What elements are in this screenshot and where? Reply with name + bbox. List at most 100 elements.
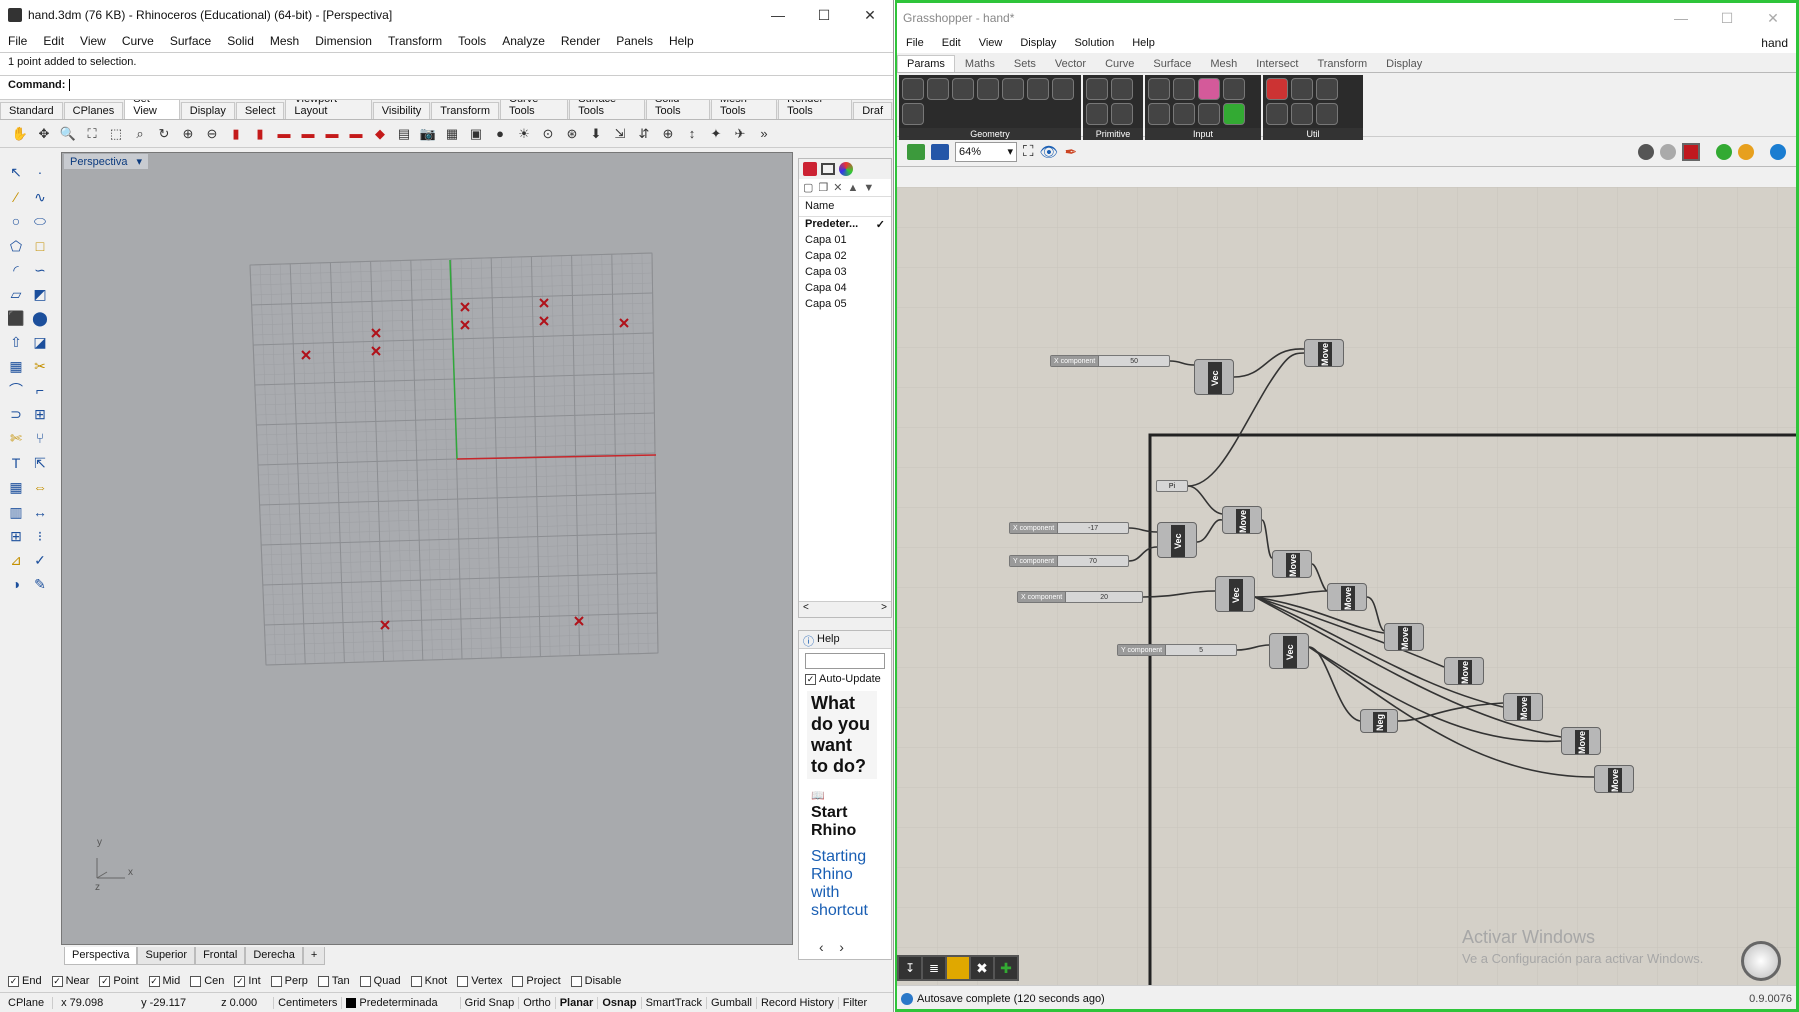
move-component[interactable]: Move	[1503, 693, 1543, 721]
gh-tab-vector[interactable]: Vector	[1046, 56, 1095, 72]
view-tab-derecha[interactable]: Derecha	[245, 947, 303, 965]
move-component[interactable]: Move	[1384, 623, 1424, 651]
gh-component-icon[interactable]	[1291, 78, 1313, 100]
gumball-icon[interactable]: ⊕	[657, 123, 679, 145]
new-layer-icon[interactable]: ▢	[803, 181, 813, 194]
osnap-disable[interactable]: Disable	[570, 975, 621, 987]
move-component[interactable]: Move	[1594, 765, 1634, 793]
menu-surface[interactable]: Surface	[162, 34, 219, 48]
viewport-red-2-icon[interactable]: ▮	[249, 123, 271, 145]
dimension-icon[interactable]: ↔	[28, 500, 52, 524]
plus-widget-icon[interactable]: ✚	[995, 957, 1017, 979]
split-icon[interactable]: ⑂	[28, 426, 52, 450]
car-top-icon[interactable]: ▬	[345, 123, 367, 145]
command-input[interactable]	[69, 79, 71, 91]
gh-menu-file[interactable]: File	[897, 37, 933, 49]
gh-minimize-button[interactable]: —	[1658, 3, 1704, 33]
chamfer-icon[interactable]: ⌐	[28, 378, 52, 402]
vec-component[interactable]: Vec	[1215, 576, 1255, 612]
join-icon[interactable]: ⊃	[4, 402, 28, 426]
zoom-select[interactable]: 64% ▾	[955, 141, 1017, 162]
array-icon[interactable]: ▦	[4, 476, 28, 500]
osnap-project[interactable]: Project	[512, 975, 561, 987]
toggle-filter[interactable]: Filter	[837, 996, 871, 1009]
preview-shaded-icon[interactable]	[1682, 142, 1700, 161]
render-icon[interactable]: ▣	[465, 123, 487, 145]
preview-selected-icon[interactable]	[1716, 143, 1732, 160]
boolean-icon[interactable]: ⬤	[28, 306, 52, 330]
ellipse-icon[interactable]: ⬭	[28, 210, 52, 234]
menu-dimension[interactable]: Dimension	[307, 34, 380, 48]
layer-row[interactable]: Capa 05	[799, 297, 891, 313]
view-tab-frontal[interactable]: Frontal	[195, 947, 246, 965]
layer-row[interactable]: Capa 03	[799, 265, 891, 281]
number-slider[interactable]: X component 50	[1050, 355, 1170, 367]
menu-mesh[interactable]: Mesh	[262, 34, 307, 48]
plane-icon[interactable]: ✈	[729, 123, 751, 145]
menu-tools[interactable]: Tools	[450, 34, 494, 48]
gh-tab-display[interactable]: Display	[1377, 56, 1431, 72]
gh-component-icon[interactable]	[1173, 78, 1195, 100]
named-cplane-icon[interactable]: ▦	[441, 123, 463, 145]
gh-group-label[interactable]: Geometry	[899, 128, 1081, 140]
rotate-icon[interactable]: ✥	[33, 123, 55, 145]
number-slider[interactable]: Y component 70	[1009, 555, 1129, 567]
pan-icon[interactable]: ✋	[9, 123, 31, 145]
arc-icon[interactable]: ◜	[4, 258, 28, 282]
number-slider[interactable]: X component -17	[1009, 522, 1129, 534]
menu-analyze[interactable]: Analyze	[494, 34, 553, 48]
mesh-icon[interactable]: ▦	[4, 354, 28, 378]
gh-component-icon[interactable]	[952, 78, 974, 100]
gh-menu-view[interactable]: View	[970, 37, 1012, 49]
osnap-cen[interactable]: Cen	[190, 975, 224, 987]
layer-row[interactable]: Capa 01	[799, 233, 891, 249]
move-component[interactable]: Move	[1272, 550, 1312, 578]
gh-menu-edit[interactable]: Edit	[933, 37, 970, 49]
spline-icon[interactable]: ∽	[28, 258, 52, 282]
osnap-checkbox[interactable]	[410, 975, 422, 987]
slider-widget-icon[interactable]	[947, 957, 969, 979]
cancel-widget-icon[interactable]: ✖	[971, 957, 993, 979]
gh-canvas[interactable]: X component 50 Vec Move Pi Move X component -17…	[897, 187, 1796, 985]
osnap-checkbox[interactable]	[570, 975, 582, 987]
maximize-button[interactable]: ☐	[801, 0, 847, 30]
gh-component-icon[interactable]	[1173, 103, 1195, 125]
download-icon[interactable]: ↧	[899, 957, 921, 979]
osnap-vertex[interactable]: Vertex	[457, 975, 502, 987]
toolbar-tab-standard[interactable]: Standard	[0, 102, 63, 119]
analyze-icon[interactable]: ⊿	[4, 548, 28, 572]
light-icon[interactable]: ☀	[513, 123, 535, 145]
command-line[interactable]: Command:	[0, 75, 893, 94]
toggle-planar[interactable]: Planar	[554, 996, 598, 1009]
menu-view[interactable]: View	[72, 34, 114, 48]
sphere-icon[interactable]: ●	[489, 123, 511, 145]
auto-update-checkbox[interactable]: ✓ Auto-Update	[799, 673, 891, 685]
transform-icon[interactable]: ⇲	[609, 123, 631, 145]
osnap-checkbox[interactable]: ✓	[51, 975, 63, 987]
toggle-ortho[interactable]: Ortho	[518, 996, 555, 1009]
help-tab[interactable]: ⓘ Help	[799, 631, 891, 649]
navigation-compass[interactable]	[1741, 941, 1781, 981]
toolbar-tab-display[interactable]: Display	[180, 102, 235, 119]
zoom-icon[interactable]: 🔍	[57, 123, 79, 145]
move-component[interactable]: Move	[1222, 506, 1262, 534]
gh-component-icon[interactable]	[1148, 78, 1170, 100]
toolbar-tab-draf[interactable]: Draf	[853, 102, 893, 119]
display-tab-icon[interactable]	[821, 163, 835, 175]
layers-hscroll[interactable]: < >	[799, 601, 891, 617]
gh-group-label[interactable]: Primitive	[1083, 128, 1143, 140]
osnap-checkbox[interactable]	[317, 975, 329, 987]
gh-component-icon[interactable]	[977, 78, 999, 100]
help-start-link[interactable]: Starting Rhino with shortcut	[811, 848, 879, 920]
toggle-gumball[interactable]: Gumball	[706, 996, 756, 1009]
place-icon[interactable]: ⬇	[585, 123, 607, 145]
toggle-grid-snap[interactable]: Grid Snap	[459, 996, 519, 1009]
toolbar-tab-cplanes[interactable]: CPlanes	[63, 102, 124, 119]
menu-file[interactable]: File	[0, 34, 35, 48]
rotate-view-icon[interactable]: ↻	[153, 123, 175, 145]
menu-solid[interactable]: Solid	[219, 34, 262, 48]
close-button[interactable]: ✕	[847, 0, 893, 30]
blend-icon[interactable]: ⌒	[4, 378, 28, 402]
surface-icon[interactable]: ▱	[4, 282, 28, 306]
polyline-icon[interactable]: ∕	[4, 185, 28, 209]
